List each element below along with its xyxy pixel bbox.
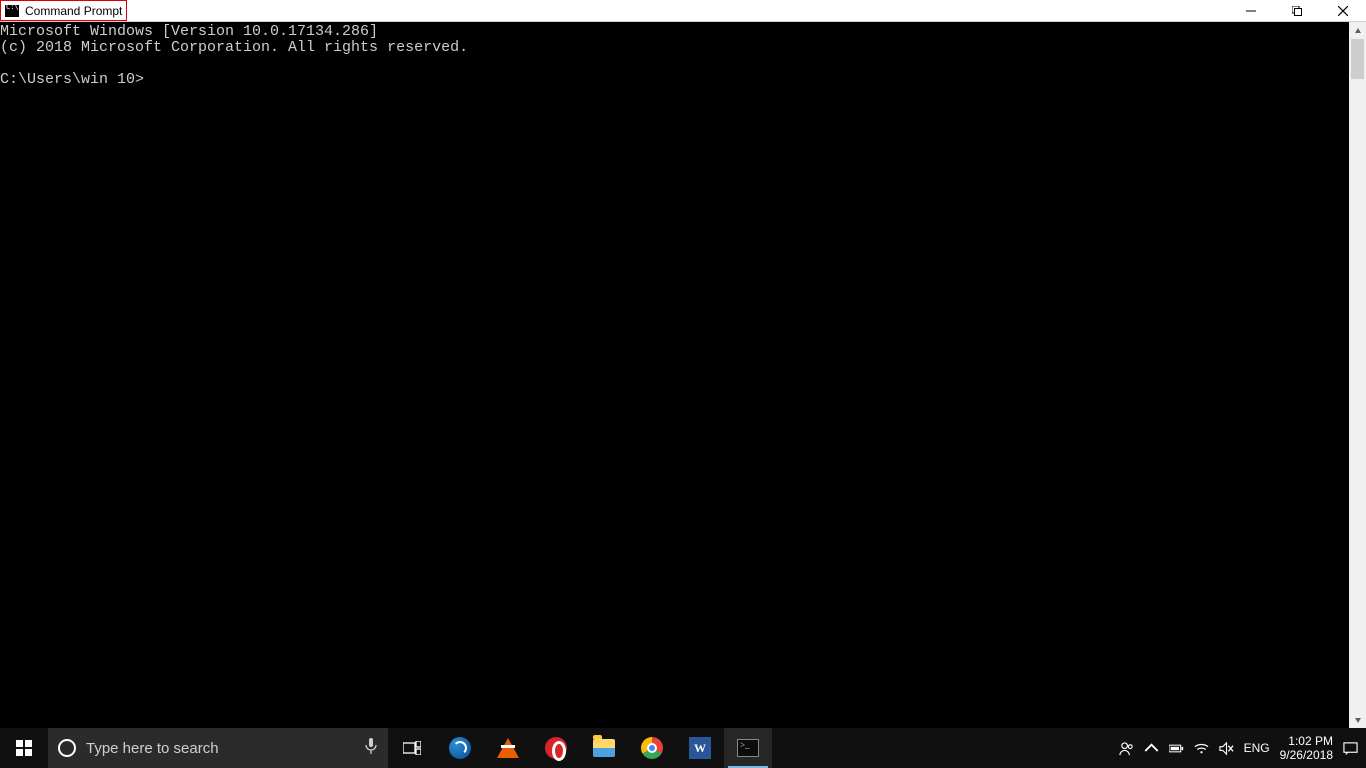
task-view-button[interactable] [388, 728, 436, 768]
console-area: Microsoft Windows [Version 10.0.17134.28… [0, 22, 1366, 728]
action-center-icon[interactable] [1343, 741, 1358, 756]
taskbar-search[interactable]: Type here to search [48, 728, 388, 768]
taskbar-app-file-explorer[interactable] [580, 728, 628, 768]
taskbar-app-chrome[interactable] [628, 728, 676, 768]
vlc-icon [497, 738, 519, 758]
taskbar-app-edge[interactable] [436, 728, 484, 768]
console-line: (c) 2018 Microsoft Corporation. All righ… [0, 39, 468, 56]
scroll-down-button[interactable] [1349, 711, 1366, 728]
titlebar-left: Command Prompt [0, 0, 127, 21]
console-prompt: C:\Users\win 10> [0, 71, 144, 88]
search-placeholder: Type here to search [86, 740, 354, 757]
battery-icon[interactable] [1169, 741, 1184, 756]
scrollbar-track[interactable] [1349, 39, 1366, 711]
clock-time: 1:02 PM [1280, 734, 1333, 748]
tray-overflow-icon[interactable] [1144, 741, 1159, 756]
file-explorer-icon [593, 739, 615, 757]
close-button[interactable] [1320, 0, 1366, 21]
taskbar-app-vlc[interactable] [484, 728, 532, 768]
cortana-icon [58, 739, 76, 757]
console-line: Microsoft Windows [Version 10.0.17134.28… [0, 23, 378, 40]
taskbar-app-word[interactable]: W [676, 728, 724, 768]
taskbar-clock[interactable]: 1:02 PM 9/26/2018 [1280, 734, 1333, 762]
scroll-up-button[interactable] [1349, 22, 1366, 39]
word-glyph: W [694, 742, 706, 754]
chrome-icon [641, 737, 663, 759]
volume-muted-icon[interactable] [1219, 741, 1234, 756]
scrollbar-thumb[interactable] [1351, 39, 1364, 79]
maximize-button[interactable] [1274, 0, 1320, 21]
taskbar: Type here to search W ENG 1:02 PM 9/2 [0, 728, 1366, 768]
titlebar[interactable]: Command Prompt [0, 0, 1366, 22]
windows-logo-icon [16, 740, 32, 756]
clock-date: 9/26/2018 [1280, 748, 1333, 762]
microphone-icon[interactable] [364, 737, 378, 760]
window-title: Command Prompt [25, 4, 122, 18]
edge-icon [449, 737, 471, 759]
opera-icon [545, 737, 567, 759]
wifi-icon[interactable] [1194, 741, 1209, 756]
window-controls [1228, 0, 1366, 21]
start-button[interactable] [0, 728, 48, 768]
taskbar-app-command-prompt[interactable] [724, 728, 772, 768]
system-tray: ENG 1:02 PM 9/26/2018 [1111, 728, 1366, 768]
cmd-icon [5, 5, 19, 17]
console-output[interactable]: Microsoft Windows [Version 10.0.17134.28… [0, 22, 1349, 728]
word-icon: W [689, 737, 711, 759]
people-icon[interactable] [1119, 741, 1134, 756]
vertical-scrollbar[interactable] [1349, 22, 1366, 728]
language-indicator[interactable]: ENG [1244, 741, 1270, 755]
command-prompt-icon [737, 739, 759, 757]
minimize-button[interactable] [1228, 0, 1274, 21]
taskbar-app-opera[interactable] [532, 728, 580, 768]
